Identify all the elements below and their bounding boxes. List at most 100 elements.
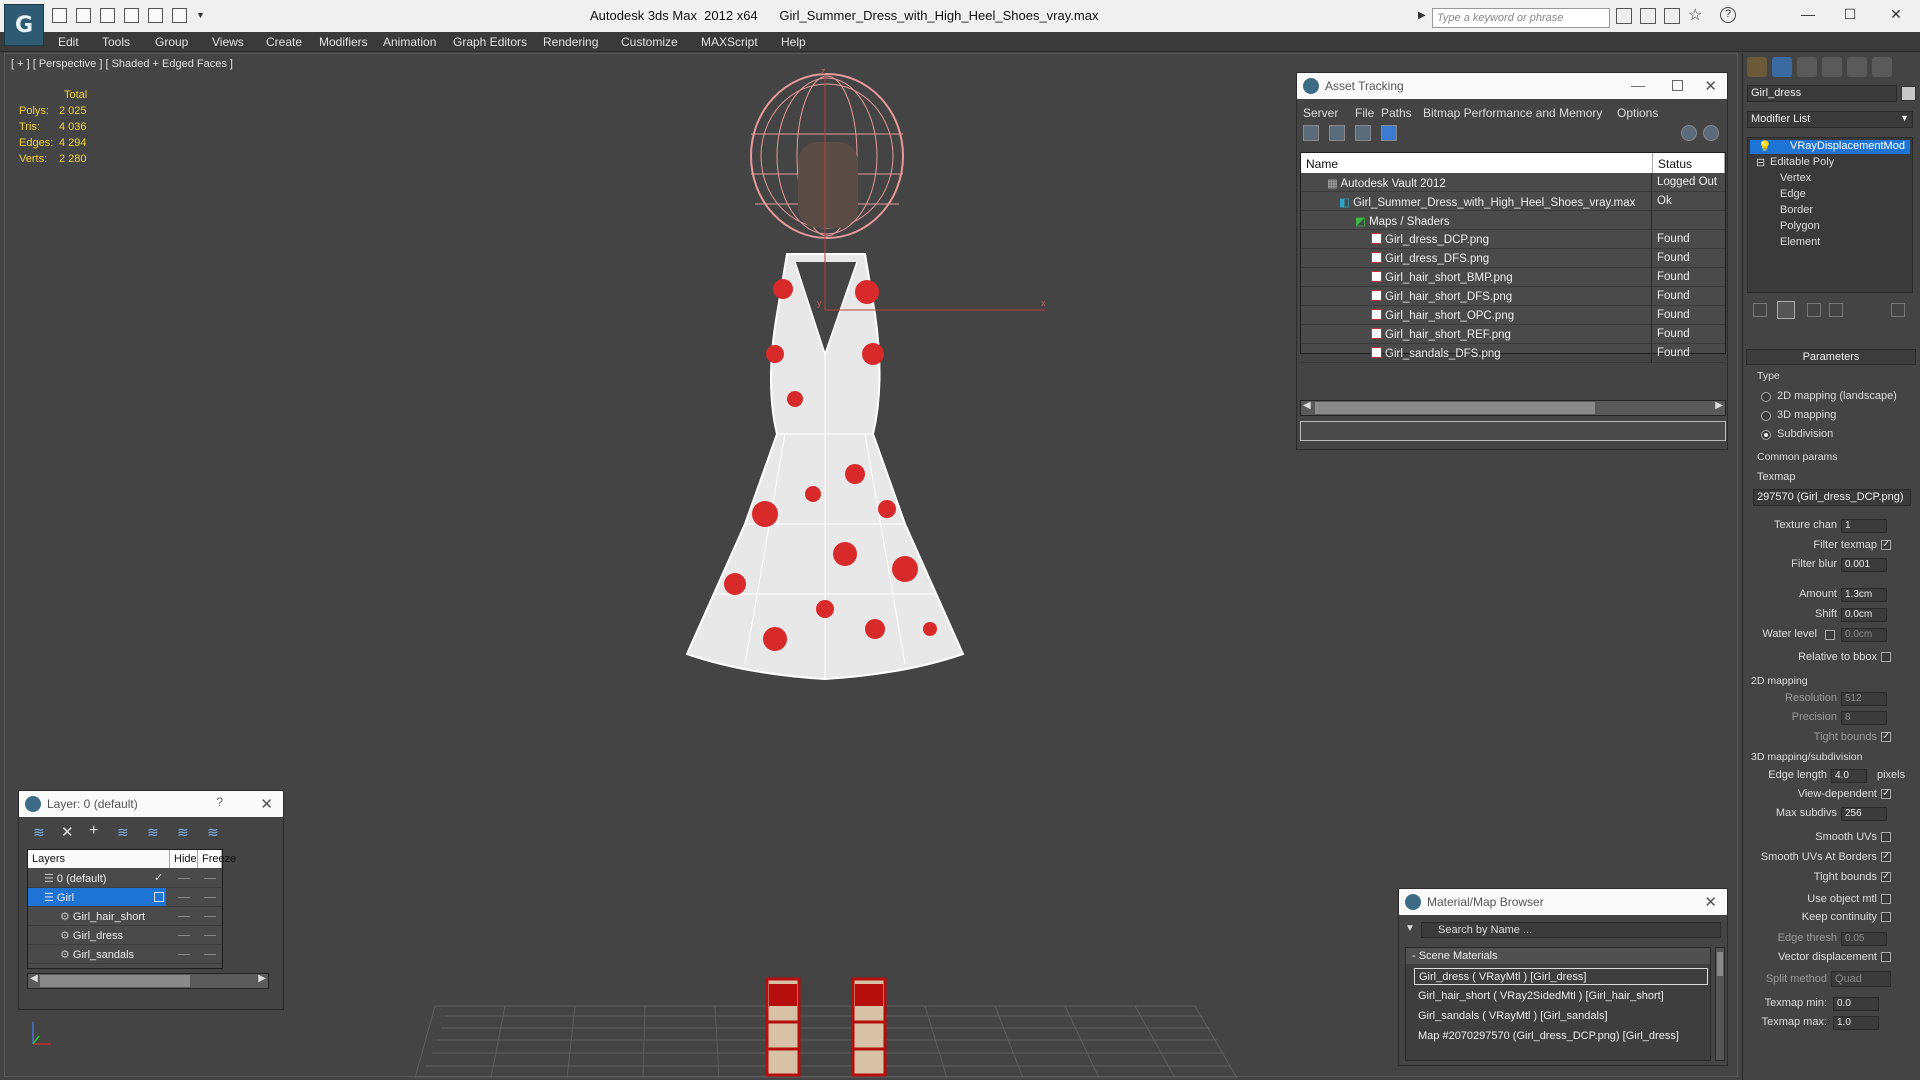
texmap-button[interactable]: 297570 (Girl_dress_DCP.png) [1753, 489, 1911, 506]
configure-modifier-sets-icon[interactable] [1891, 303, 1905, 317]
maximize-window-button[interactable]: ☐ [1840, 6, 1860, 24]
vector-displacement-checkbox[interactable] [1881, 952, 1891, 962]
table-row[interactable]: Girl_hair_short_OPC.png Found [1301, 306, 1725, 325]
current-layer-check-icon[interactable]: ✓ [154, 871, 163, 884]
object-color-swatch[interactable] [1901, 86, 1916, 101]
menu-create[interactable]: Create [266, 35, 302, 49]
material-list-vscrollbar[interactable] [1715, 947, 1725, 1061]
select-objects-icon[interactable]: ≋ [117, 824, 129, 841]
subscription-icon[interactable] [1640, 8, 1656, 24]
scrollbar-thumb[interactable] [1315, 402, 1595, 414]
filter-blur-spinner[interactable]: 0.001 [1841, 558, 1887, 572]
at-menu-bitmap-performance[interactable]: Bitmap Performance and Memory [1423, 106, 1602, 120]
modifier-list-dropdown[interactable]: Modifier List ▼ [1747, 111, 1913, 128]
shift-spinner[interactable]: 0.0cm [1841, 608, 1887, 622]
column-header-status[interactable]: Status [1653, 153, 1725, 173]
menu-help[interactable]: Help [781, 35, 806, 49]
column-header-layers[interactable]: Layers [28, 850, 170, 868]
help-button[interactable]: ? [216, 795, 223, 809]
table-row[interactable]: Girl_dress_DCP.png Found [1301, 230, 1725, 249]
menu-customize[interactable]: Customize [621, 35, 678, 49]
asset-table-hscrollbar[interactable]: ◀ ▶ [1300, 400, 1726, 416]
at-menu-file[interactable]: File [1355, 106, 1374, 120]
radio-3d-mapping[interactable] [1761, 411, 1771, 421]
texmap-max-spinner[interactable]: 1.0 [1833, 1016, 1879, 1030]
split-method-dropdown[interactable]: Quad [1831, 971, 1891, 987]
table-row[interactable]: Girl_hair_short_DFS.png Found [1301, 287, 1725, 306]
scrollbar-thumb[interactable] [40, 975, 190, 987]
new-file-icon[interactable] [100, 8, 115, 23]
menu-edit[interactable]: Edit [58, 35, 79, 49]
filter-texmap-checkbox[interactable]: ✓ [1881, 540, 1891, 550]
material-item[interactable]: Map #2070297570 (Girl_dress_DCP.png) [Gi… [1414, 1028, 1708, 1045]
modifier-vray-displacement[interactable]: VRayDisplacementMod [1790, 140, 1905, 152]
save-file-icon[interactable] [76, 8, 91, 23]
sub-object-vertex[interactable]: Vertex [1780, 172, 1811, 184]
new-layer-icon[interactable]: ≋ [33, 824, 45, 841]
scrollbar-thumb[interactable] [1717, 952, 1723, 976]
max-subdivs-spinner[interactable]: 256 [1841, 807, 1887, 821]
layer-row[interactable]: ⚙ Girl_hair_short [28, 907, 222, 926]
quick-access-dropdown-icon[interactable]: ▼ [196, 10, 205, 20]
app-logo-button[interactable]: G [4, 4, 44, 46]
material-browser-titlebar[interactable]: Material/Map Browser ✕ [1399, 889, 1727, 915]
layer-row[interactable]: ☰ Girl [28, 888, 222, 907]
precision-spinner[interactable]: 8 [1841, 711, 1887, 725]
radio-2d-mapping[interactable] [1761, 392, 1771, 402]
motion-tab-icon[interactable] [1822, 57, 1842, 77]
scroll-left-icon[interactable]: ◀ [1303, 400, 1311, 411]
menu-rendering[interactable]: Rendering [543, 35, 598, 49]
material-item[interactable]: Girl_hair_short ( VRay2SidedMtl ) [Girl_… [1414, 988, 1708, 1005]
layer-manager-titlebar[interactable]: Layer: 0 (default) ? ✕ [19, 791, 283, 817]
utilities-tab-icon[interactable] [1872, 57, 1892, 77]
lightbulb-icon[interactable]: 💡 [1758, 140, 1772, 153]
close-icon[interactable]: ✕ [1704, 893, 1717, 911]
scroll-left-icon[interactable]: ◀ [30, 973, 38, 984]
table-row[interactable]: Girl_hair_short_REF.png Found [1301, 325, 1725, 344]
column-header-name[interactable]: Name [1301, 153, 1653, 173]
water-level-spinner[interactable]: 0.0cm [1841, 628, 1887, 642]
at-menu-options[interactable]: Options [1617, 106, 1658, 120]
material-item[interactable]: Girl_sandals ( VRayMtl ) [Girl_sandals] [1414, 1008, 1708, 1025]
close-icon[interactable]: ✕ [260, 795, 273, 813]
close-window-button[interactable]: ✕ [1886, 6, 1906, 24]
search-input[interactable]: Type a keyword or phrase [1432, 8, 1610, 28]
settings-icon[interactable] [1703, 125, 1719, 141]
highlight-layer-icon[interactable]: ≋ [147, 824, 159, 841]
hide-all-icon[interactable]: ≋ [177, 824, 189, 841]
table-row[interactable]: ◧ Girl_Summer_Dress_with_High_Heel_Shoes… [1301, 192, 1725, 211]
create-tab-icon[interactable] [1747, 57, 1767, 77]
sub-object-edge[interactable]: Edge [1780, 188, 1806, 200]
texmap-min-spinner[interactable]: 0.0 [1833, 997, 1879, 1011]
menu-animation[interactable]: Animation [383, 35, 436, 49]
favorites-star-icon[interactable]: ☆ [1688, 5, 1702, 25]
make-unique-icon[interactable] [1807, 303, 1821, 317]
sub-object-border[interactable]: Border [1780, 204, 1813, 216]
layer-row[interactable]: ☰ 0 (default) ✓ [28, 869, 222, 888]
texture-chan-spinner[interactable]: 1 [1841, 519, 1887, 533]
edge-length-spinner[interactable]: 4.0 [1831, 769, 1867, 783]
menu-graph-editors[interactable]: Graph Editors [453, 35, 527, 49]
table-row[interactable]: ◩ Maps / Shaders [1301, 211, 1725, 230]
asset-tracking-titlebar[interactable]: Asset Tracking — ✕ [1297, 73, 1727, 99]
resolution-spinner[interactable]: 512 [1841, 692, 1887, 706]
collapse-icon[interactable]: ⊟ [1756, 156, 1765, 169]
smooth-uvs-borders-checkbox[interactable]: ✓ [1881, 852, 1891, 862]
undo-icon[interactable] [148, 8, 163, 23]
tight-bounds-3d-checkbox[interactable]: ✓ [1881, 872, 1891, 882]
menu-views[interactable]: Views [212, 35, 244, 49]
parameters-rollout-header[interactable]: Parameters [1746, 349, 1916, 365]
water-level-checkbox[interactable] [1825, 630, 1835, 640]
scroll-right-icon[interactable]: ▶ [258, 973, 266, 984]
layer-row[interactable]: ⚙ Girl_dress [28, 926, 222, 945]
hierarchy-tab-icon[interactable] [1797, 57, 1817, 77]
close-icon[interactable]: ✕ [1704, 77, 1717, 95]
list-view-icon[interactable] [1329, 125, 1345, 141]
modify-tab-icon[interactable] [1772, 57, 1792, 77]
pin-stack-icon[interactable] [1753, 303, 1767, 317]
view-dependent-checkbox[interactable]: ✓ [1881, 789, 1891, 799]
scene-materials-header[interactable]: - Scene Materials [1406, 948, 1710, 964]
open-file-icon[interactable] [52, 8, 67, 23]
object-name-field[interactable]: Girl_dress [1747, 85, 1897, 102]
minimize-window-button[interactable]: — [1798, 6, 1818, 24]
